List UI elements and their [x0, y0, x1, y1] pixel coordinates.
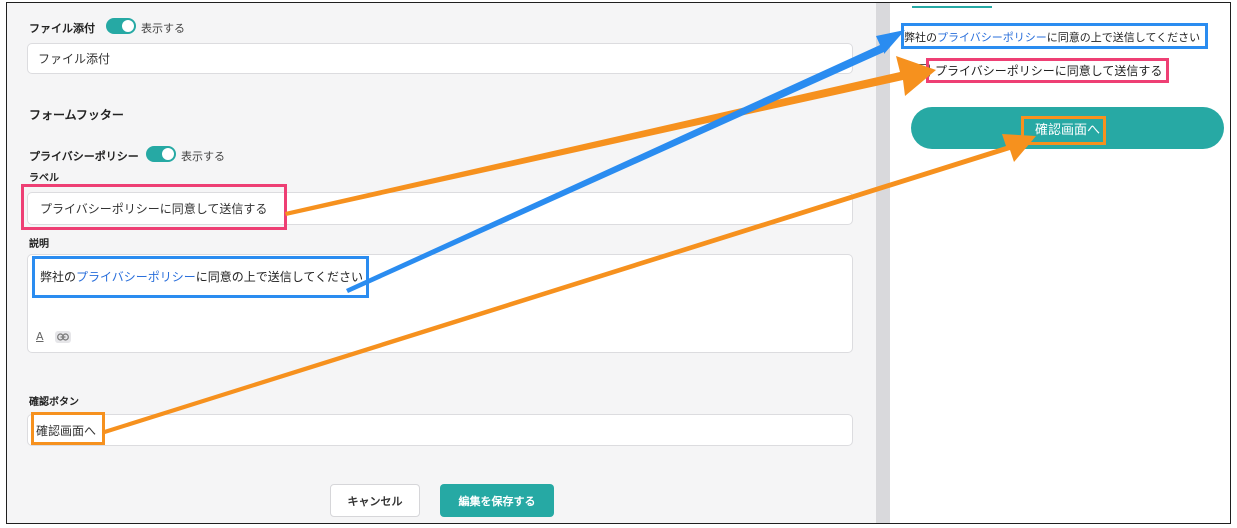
attachment-toggle[interactable]: [106, 18, 136, 34]
panel-divider[interactable]: [876, 3, 890, 523]
highlight-preview-description: [901, 23, 1208, 49]
attachment-input[interactable]: ファイル添付: [27, 43, 853, 74]
preview-top-accent: [912, 3, 992, 8]
text-color-icon[interactable]: A: [36, 330, 44, 343]
form-footer-heading: フォームフッター: [29, 108, 124, 122]
cancel-button[interactable]: キャンセル: [330, 484, 420, 517]
highlight-description: [32, 256, 369, 298]
description-caption: 説明: [29, 239, 49, 250]
save-button[interactable]: 編集を保存する: [440, 484, 554, 517]
link-icon[interactable]: [55, 331, 71, 343]
attachment-input-value: ファイル添付: [38, 52, 111, 66]
highlight-preview-confirm: [1021, 116, 1106, 145]
form-editor-screenshot: ファイル添付 表示する ファイル添付 フォームフッター プライバシーポリシー 表…: [6, 2, 1231, 524]
attachment-toggle-text: 表示する: [141, 22, 185, 35]
privacy-toggle[interactable]: [146, 146, 176, 162]
privacy-toggle-text: 表示する: [181, 150, 225, 163]
attachment-label: ファイル添付: [29, 22, 95, 35]
label-caption: ラベル: [29, 173, 59, 184]
highlight-preview-checkbox: [926, 58, 1169, 83]
confirm-button-input[interactable]: 確認画面へ: [27, 414, 853, 446]
privacy-policy-label: プライバシーポリシー: [29, 150, 139, 163]
toggle-on-icon: [122, 20, 134, 32]
toggle-on-icon: [162, 148, 174, 160]
confirm-button-caption: 確認ボタン: [29, 397, 79, 408]
highlight-confirm: [31, 412, 105, 445]
highlight-label: [21, 184, 287, 230]
